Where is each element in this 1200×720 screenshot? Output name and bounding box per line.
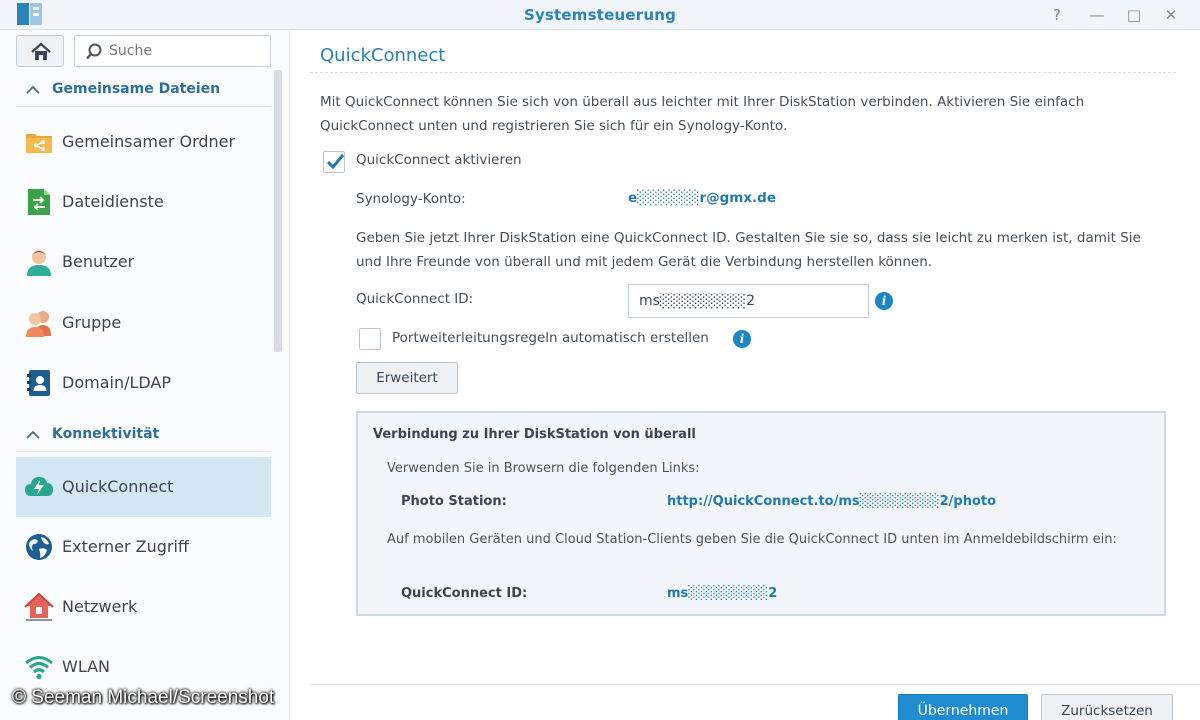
apply-button[interactable]: Übernehmen: [898, 694, 1028, 720]
section-gemeinsame-dateien[interactable]: Gemeinsame Dateien: [16, 73, 271, 107]
group-icon: [26, 311, 51, 337]
infobox-id-label: QuickConnect ID:: [401, 586, 528, 601]
help-button[interactable]: ?: [1046, 4, 1068, 26]
port-forwarding-checkbox[interactable]: [359, 328, 381, 350]
description-text: Mit QuickConnect können Sie sich von übe…: [320, 94, 1085, 134]
file-services-icon: [28, 189, 50, 215]
section-label: Konnektivität: [52, 426, 160, 442]
quickconnect-icon: [25, 477, 53, 496]
window-title: Systemsteuerung: [523, 6, 677, 24]
sidebar-item-label: Externer Zugriff: [62, 537, 189, 556]
title-divider: [310, 72, 1176, 73]
sidebar-item-label: Gemeinsamer Ordner: [62, 132, 236, 151]
photo-station-link[interactable]: http://QuickConnect.to/ms░░░░░░░░2/photo: [667, 494, 996, 509]
account-label: Synology-Konto:: [356, 191, 466, 207]
id-hint-text: Geben Sie jetzt Ihrer DiskStation eine Q…: [356, 230, 1141, 270]
search-input[interactable]: [109, 41, 259, 61]
sidebar-item-label: WLAN: [62, 657, 111, 676]
quickconnect-id-label: QuickConnect ID:: [356, 291, 474, 307]
infobox-heading: Verbindung zu Ihrer DiskStation von über…: [373, 427, 696, 442]
sidebar-item-network[interactable]: Netzwerk: [16, 577, 271, 637]
info-icon[interactable]: i: [733, 330, 751, 348]
globe-icon: [26, 534, 52, 560]
mobile-clients-text: Auf mobilen Geräten und Cloud Station-Cl…: [387, 532, 1117, 547]
quickconnect-id-input[interactable]: [628, 284, 869, 318]
sidebar-item-domain-ldap[interactable]: Domain/LDAP: [16, 353, 271, 413]
search-icon: [86, 43, 102, 60]
enable-quickconnect-checkbox[interactable]: [323, 151, 345, 173]
sidebar-item-file-services[interactable]: Dateidienste: [16, 172, 271, 232]
sidebar-item-external-access[interactable]: Externer Zugriff: [16, 517, 271, 577]
info-icon[interactable]: i: [875, 292, 893, 310]
domain-ldap-icon: [27, 370, 50, 396]
sidebar-item-group[interactable]: Gruppe: [16, 293, 271, 353]
sidebar: Gemeinsame Dateien Gemeinsamer Ordner Da…: [0, 30, 290, 720]
infobox-id-value[interactable]: ms░░░░░░░░2: [667, 586, 777, 601]
copyright-watermark: © Seeman Michael/Screenshot: [12, 687, 275, 708]
sidebar-item-label: Dateidienste: [62, 192, 164, 211]
page-title: QuickConnect: [320, 45, 446, 66]
home-button[interactable]: [16, 35, 64, 67]
enable-quickconnect-label[interactable]: QuickConnect aktivieren: [356, 152, 522, 168]
connection-info-box: Verbindung zu Ihrer DiskStation von über…: [356, 411, 1166, 616]
photo-station-label: Photo Station:: [401, 494, 507, 509]
chevron-up-icon: [26, 85, 40, 94]
maximize-button[interactable]: □: [1123, 4, 1145, 26]
user-icon: [27, 250, 51, 276]
reset-button[interactable]: Zurücksetzen: [1041, 694, 1173, 720]
section-konnektivitaet[interactable]: Konnektivität: [16, 418, 271, 452]
sidebar-item-label: QuickConnect: [62, 477, 174, 496]
title-bar: Systemsteuerung ? — □ ✕: [0, 0, 1200, 30]
sidebar-item-label: Benutzer: [62, 252, 135, 271]
checkmark-icon: [326, 154, 345, 170]
close-button[interactable]: ✕: [1160, 4, 1182, 26]
advanced-button[interactable]: Erweitert: [356, 362, 458, 394]
shared-folder-icon: [26, 134, 52, 153]
wifi-icon: [25, 656, 53, 680]
port-forwarding-label[interactable]: Portweiterleitungsregeln automatisch ers…: [392, 330, 709, 346]
sidebar-scrollbar[interactable]: [274, 70, 282, 352]
sidebar-item-quickconnect[interactable]: QuickConnect: [16, 457, 271, 517]
home-icon: [31, 42, 51, 60]
browser-links-text: Verwenden Sie in Browsern die folgenden …: [387, 461, 700, 476]
chevron-up-icon: [26, 430, 40, 439]
footer-divider: [310, 684, 1200, 685]
network-house-icon: [24, 592, 54, 621]
sidebar-item-label: Gruppe: [62, 313, 122, 332]
main-panel: QuickConnect Mit QuickConnect können Sie…: [291, 30, 1200, 720]
search-field[interactable]: [74, 35, 271, 67]
section-label: Gemeinsame Dateien: [52, 81, 221, 97]
sidebar-item-shared-folder[interactable]: Gemeinsamer Ordner: [16, 112, 271, 172]
account-value[interactable]: e░░░░░░r@gmx.de: [628, 190, 776, 206]
minimize-button[interactable]: —: [1086, 4, 1108, 26]
sidebar-item-user[interactable]: Benutzer: [16, 232, 271, 292]
sidebar-item-label: Domain/LDAP: [62, 373, 172, 392]
sidebar-item-label: Netzwerk: [62, 597, 138, 616]
